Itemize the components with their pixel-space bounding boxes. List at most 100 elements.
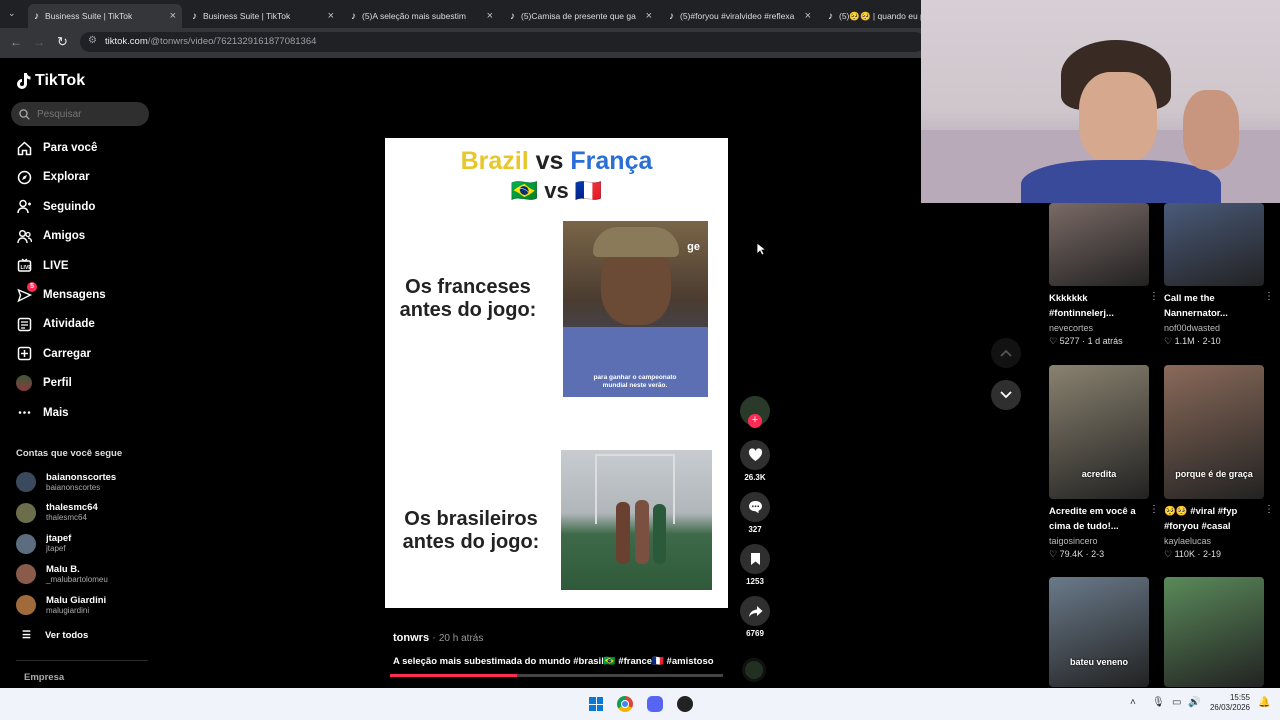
more-options-icon[interactable]: ⋮ bbox=[1149, 291, 1159, 302]
avatar bbox=[16, 472, 36, 492]
following-icon bbox=[16, 199, 32, 215]
more-options-icon[interactable]: ⋮ bbox=[1264, 504, 1274, 515]
browser-tab[interactable]: ♪ Business Suite | TikTok × bbox=[28, 4, 182, 28]
followed-account[interactable]: Malu Giardini malugiardini bbox=[16, 591, 106, 619]
close-tab-icon[interactable]: × bbox=[646, 10, 652, 22]
footer-empresa[interactable]: Empresa bbox=[24, 672, 64, 683]
reload-icon[interactable]: ↻ bbox=[57, 34, 68, 50]
next-video-button[interactable] bbox=[991, 380, 1021, 410]
back-icon[interactable]: ← bbox=[10, 35, 22, 49]
sidebar-item[interactable]: Amigos bbox=[16, 224, 85, 248]
sidebar-item-label: Para você bbox=[43, 142, 98, 154]
notification-icon[interactable]: 🔔 bbox=[1258, 697, 1270, 708]
followed-account[interactable]: baianonscortes baianonscortes bbox=[16, 468, 116, 496]
previous-video-button[interactable] bbox=[991, 338, 1021, 368]
meta-separator: · bbox=[432, 632, 436, 644]
author-name[interactable]: tonwrs bbox=[393, 632, 429, 644]
video-stats: ♡ 5277 · 1 d atrás bbox=[1049, 336, 1123, 346]
save-action[interactable]: 1253 bbox=[740, 544, 770, 586]
video-author[interactable]: kaylaelucas bbox=[1164, 536, 1266, 546]
discord-icon[interactable] bbox=[647, 696, 663, 712]
sidebar-item[interactable]: LIVE LIVE bbox=[16, 254, 69, 278]
more-options-icon[interactable]: ⋮ bbox=[1264, 291, 1274, 302]
video-thumbnail[interactable]: bateu veneno bbox=[1049, 577, 1149, 687]
video-player[interactable]: Brazil vs França 🇧🇷 vs 🇫🇷 Os franceses a… bbox=[385, 138, 728, 608]
live-icon: LIVE bbox=[16, 258, 32, 274]
obs-icon[interactable] bbox=[677, 696, 693, 712]
followed-account[interactable]: Malu B. _malubartolomeu bbox=[16, 560, 108, 588]
comment-icon bbox=[748, 501, 762, 514]
video-thumbnail[interactable]: porque é de graça bbox=[1164, 365, 1264, 499]
see-all-link[interactable]: ☰ Ver todos bbox=[22, 630, 88, 641]
video-thumbnail[interactable]: acredita bbox=[1049, 365, 1149, 499]
network-icon[interactable]: ▭ bbox=[1172, 697, 1181, 708]
account-name: Malu B. bbox=[46, 563, 80, 575]
sidebar-item[interactable]: Perfil bbox=[16, 371, 72, 395]
close-tab-icon[interactable]: × bbox=[328, 10, 334, 22]
close-tab-icon[interactable]: × bbox=[805, 10, 811, 22]
browser-tab[interactable]: ♪ (5)A seleção mais subestim × bbox=[345, 4, 499, 28]
sidebar-item[interactable]: Para você bbox=[16, 136, 97, 160]
url-field[interactable]: ⚙ tiktok.com/@tonwrs/video/7621329161877… bbox=[80, 32, 925, 52]
tab-search-icon[interactable]: ⌄ bbox=[8, 8, 16, 19]
followed-account[interactable]: thalesmc64 thalesmc64 bbox=[16, 499, 98, 527]
sidebar-item-label: Mensagens bbox=[43, 289, 106, 301]
follow-plus-icon[interactable]: + bbox=[748, 414, 762, 428]
video-thumbnail[interactable] bbox=[1164, 577, 1264, 687]
title-vs: vs bbox=[535, 147, 564, 175]
like-count: 110K bbox=[1174, 549, 1195, 559]
recommended-video[interactable]: porque é de graça 🥺🥺 #viral #fyp #foryou … bbox=[1164, 365, 1274, 560]
video-author[interactable]: nof00dwasted bbox=[1164, 323, 1266, 333]
tiktok-logo[interactable]: TikTok bbox=[16, 72, 85, 90]
recommended-video[interactable]: acredita Acredite em você a cima de tudo!… bbox=[1049, 365, 1159, 560]
video-thumbnail[interactable] bbox=[1164, 203, 1264, 286]
recommended-video[interactable]: Call me the Nannernator... ⋮ nof00dwasted ♡… bbox=[1164, 203, 1274, 347]
share-action[interactable]: 6769 bbox=[740, 596, 770, 638]
recommended-video[interactable]: bateu veneno bbox=[1049, 577, 1151, 687]
site-info-icon[interactable]: ⚙ bbox=[88, 35, 97, 46]
sidebar-item[interactable]: 5 Mensagens bbox=[16, 282, 106, 307]
search-box[interactable] bbox=[11, 102, 149, 126]
heart-icon bbox=[748, 448, 762, 461]
recommended-video[interactable]: Kkkkkkk #fontinnelerj... ⋮ nevecortes ♡ 527… bbox=[1049, 203, 1159, 347]
chrome-icon[interactable] bbox=[617, 696, 633, 712]
account-name: thalesmc64 bbox=[46, 502, 98, 514]
browser-tab[interactable]: ♪ (5)#foryou #viralvideo #reflexa × bbox=[663, 4, 817, 28]
recommended-video[interactable] bbox=[1164, 577, 1266, 687]
title-brazil: Brazil bbox=[460, 147, 529, 175]
like-action[interactable]: 26.3K bbox=[740, 440, 770, 482]
sidebar-item[interactable]: Explorar bbox=[16, 165, 90, 189]
video-author[interactable]: nevecortes bbox=[1049, 323, 1151, 333]
sidebar-item[interactable]: Mais bbox=[16, 401, 69, 425]
sidebar-item-label: Seguindo bbox=[43, 200, 96, 213]
search-input[interactable] bbox=[37, 108, 137, 120]
more-options-icon[interactable]: ⋮ bbox=[1149, 504, 1159, 515]
url-path: /@tonwrs/video/7621329161877081364 bbox=[147, 36, 317, 47]
sidebar-item-label: Mais bbox=[43, 406, 69, 419]
video-thumbnail[interactable] bbox=[1049, 203, 1149, 286]
tray-chevron-icon[interactable]: ˄ bbox=[1130, 697, 1136, 708]
mic-icon[interactable]: 🎙 bbox=[1152, 697, 1165, 708]
video-author[interactable]: taigosincero bbox=[1049, 536, 1151, 546]
start-icon[interactable] bbox=[589, 697, 603, 711]
tab-title: (5)#foryou #viralvideo #reflexa bbox=[680, 11, 795, 21]
tab-title: (5)A seleção mais subestim bbox=[362, 11, 466, 21]
music-disc-icon[interactable] bbox=[742, 658, 766, 682]
sidebar-item[interactable]: Seguindo bbox=[16, 195, 95, 219]
comment-action[interactable]: 327 bbox=[740, 492, 770, 534]
friends-icon bbox=[16, 228, 32, 244]
close-tab-icon[interactable]: × bbox=[170, 10, 176, 22]
clock[interactable]: 15:55 26/03/2026 bbox=[1206, 693, 1250, 713]
forward-icon[interactable]: → bbox=[33, 35, 45, 49]
save-count: 1253 bbox=[746, 577, 764, 586]
browser-tab[interactable]: ♪ Business Suite | TikTok × bbox=[186, 4, 340, 28]
followed-account[interactable]: jtapef jtapef bbox=[16, 530, 71, 558]
volume-icon[interactable]: 🔊 bbox=[1188, 697, 1200, 708]
progress-track[interactable] bbox=[390, 674, 723, 677]
progress-fill bbox=[390, 674, 517, 677]
sidebar-item[interactable]: Atividade bbox=[16, 312, 95, 336]
browser-tab[interactable]: ♪ (5)Camisa de presente que ga × bbox=[504, 4, 658, 28]
sidebar-item[interactable]: Carregar bbox=[16, 342, 91, 366]
close-tab-icon[interactable]: × bbox=[487, 10, 493, 22]
activity-icon bbox=[16, 316, 32, 332]
